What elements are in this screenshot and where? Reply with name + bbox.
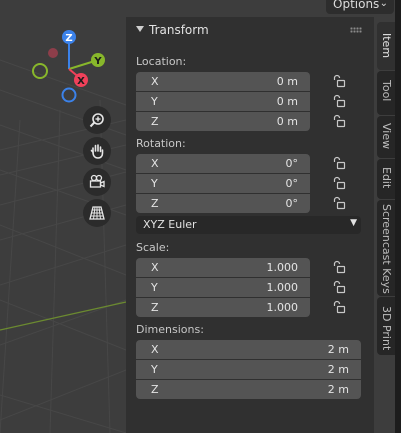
rotation-label: Rotation: bbox=[136, 137, 186, 150]
dimensions-y-field[interactable]: Y 2 m bbox=[136, 360, 361, 379]
rotation-mode-value: XYZ Euler bbox=[143, 218, 197, 231]
pan-button[interactable] bbox=[83, 137, 111, 165]
scale-y-field[interactable]: Y 1.000 bbox=[136, 278, 310, 297]
location-x-field[interactable]: X 0 m bbox=[136, 72, 310, 91]
sidebar-tabs: Item Tool View Edit Screencast Keys 3D P… bbox=[374, 17, 395, 433]
scale-x-field[interactable]: X 1.000 bbox=[136, 258, 310, 277]
sidebar-panel: Transform Location: X 0 m Y 0 m Z 0 m Ro… bbox=[126, 17, 374, 433]
gizmo-neg-y-handle[interactable] bbox=[32, 63, 48, 79]
unlock-icon[interactable] bbox=[332, 156, 346, 170]
unlock-icon[interactable] bbox=[332, 280, 346, 294]
location-y-field[interactable]: Y 0 m bbox=[136, 92, 310, 111]
gizmo-y-label: Y bbox=[93, 56, 102, 67]
unlock-icon[interactable] bbox=[332, 176, 346, 190]
camera-icon bbox=[89, 174, 105, 188]
collapse-arrow-icon[interactable] bbox=[136, 26, 144, 32]
gizmo-neg-x-handle[interactable] bbox=[48, 48, 58, 58]
dimensions-z-field[interactable]: Z 2 m bbox=[136, 380, 361, 399]
gizmo-x-label: X bbox=[77, 76, 85, 87]
unlock-icon[interactable] bbox=[332, 114, 346, 128]
tab-tool[interactable]: Tool bbox=[377, 71, 395, 115]
zoom-icon bbox=[89, 113, 104, 128]
dimensions-label: Dimensions: bbox=[136, 323, 204, 336]
scale-label: Scale: bbox=[136, 241, 170, 254]
dimensions-x-field[interactable]: X 2 m bbox=[136, 340, 361, 359]
rotation-x-field[interactable]: X 0° bbox=[136, 154, 310, 173]
location-label: Location: bbox=[136, 55, 187, 68]
unlock-icon[interactable] bbox=[332, 300, 346, 314]
chevron-down-icon: ⌄ bbox=[379, 0, 388, 9]
unlock-icon[interactable] bbox=[332, 260, 346, 274]
perspective-toggle-button[interactable] bbox=[83, 199, 111, 227]
scale-z-field[interactable]: Z 1.000 bbox=[136, 298, 310, 317]
unlock-icon[interactable] bbox=[332, 74, 346, 88]
panel-title: Transform bbox=[149, 23, 209, 37]
options-label: Options bbox=[333, 0, 380, 11]
rotation-z-field[interactable]: Z 0° bbox=[136, 194, 310, 213]
zoom-button[interactable] bbox=[83, 106, 111, 134]
camera-view-button[interactable] bbox=[83, 168, 111, 196]
region-edge bbox=[395, 0, 401, 433]
transform-panel-header[interactable]: Transform bbox=[126, 17, 374, 45]
tab-3d-print[interactable]: 3D Print bbox=[377, 297, 395, 355]
gizmo-neg-z-handle[interactable] bbox=[61, 87, 77, 103]
tab-edit[interactable]: Edit bbox=[377, 159, 395, 199]
gizmo-z-label: Z bbox=[65, 33, 72, 44]
rotation-y-field[interactable]: Y 0° bbox=[136, 174, 310, 193]
drag-grip-icon[interactable] bbox=[350, 27, 362, 33]
hand-pan-icon bbox=[90, 144, 104, 159]
tab-item[interactable]: Item bbox=[377, 22, 395, 70]
chevron-down-icon: ▼ bbox=[350, 218, 357, 228]
options-dropdown[interactable]: Options ⌄ bbox=[326, 0, 394, 14]
rotation-mode-select[interactable]: XYZ Euler ▼ bbox=[136, 216, 361, 234]
location-z-field[interactable]: Z 0 m bbox=[136, 112, 310, 131]
navigation-gizmo[interactable]: Z Y X bbox=[24, 24, 114, 104]
tab-view[interactable]: View bbox=[377, 116, 395, 158]
unlock-icon[interactable] bbox=[332, 94, 346, 108]
grid-perspective-icon bbox=[89, 206, 105, 220]
unlock-icon[interactable] bbox=[332, 196, 346, 210]
tab-screencast-keys[interactable]: Screencast Keys bbox=[377, 200, 395, 296]
